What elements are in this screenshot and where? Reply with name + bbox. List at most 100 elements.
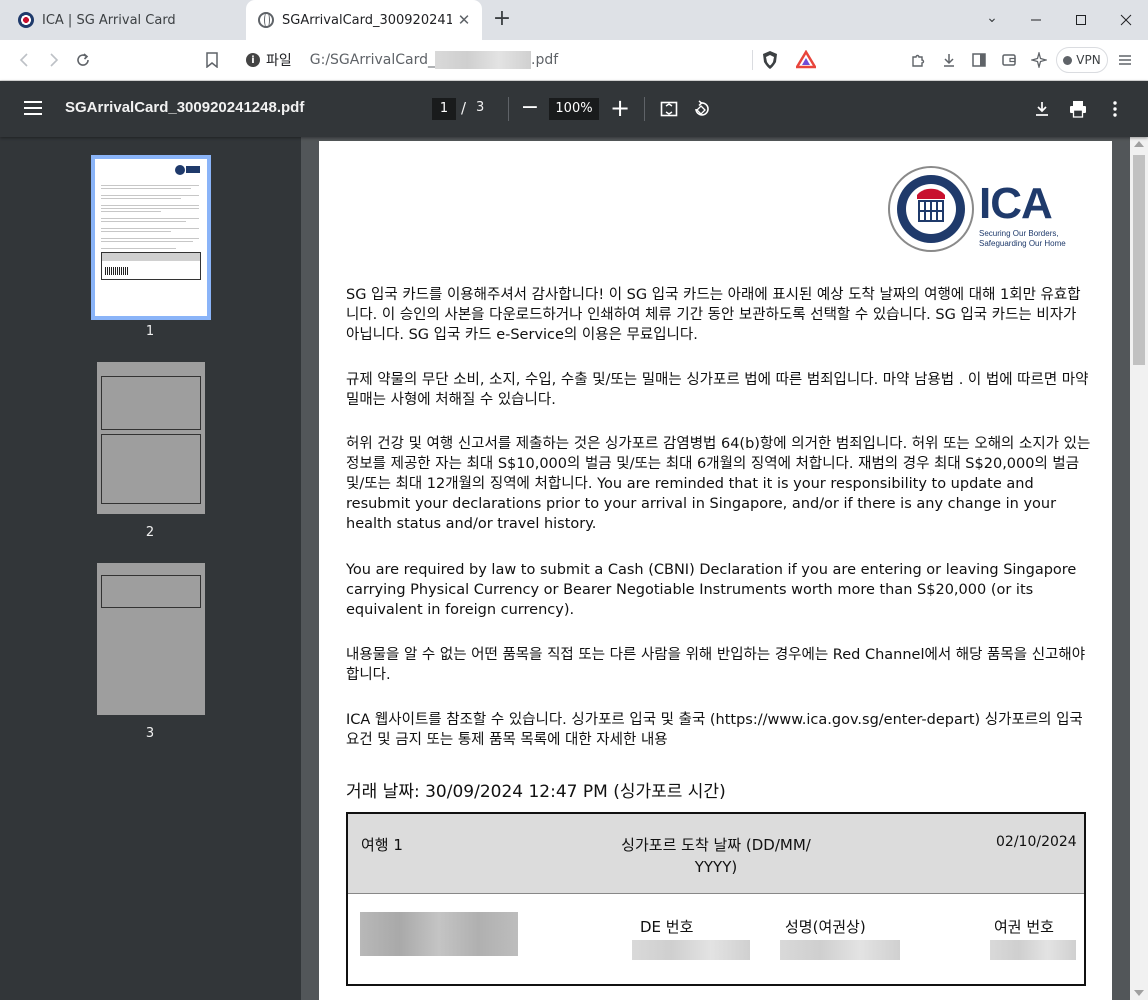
- thumbnail-line: [101, 248, 176, 249]
- thumbnail-line: [101, 185, 199, 186]
- url-scheme-label: 파일: [266, 50, 292, 70]
- logo-text: ICA: [979, 179, 1052, 229]
- tab-search-chevron-icon[interactable]: ⌄: [980, 10, 1004, 30]
- arrival-date-label: 싱가포르 도착 날짜 (DD/MM/ YYYY): [598, 834, 834, 878]
- thumbnail-line: [101, 188, 191, 189]
- forward-arrow-icon[interactable]: [42, 48, 66, 72]
- ica-favicon-icon: [18, 12, 34, 28]
- trip-label: 여행 1: [361, 834, 403, 855]
- url-text: G:/SGArrivalCard_ .pdf: [310, 51, 558, 69]
- scroll-down-arrow-icon[interactable]: [1134, 990, 1144, 996]
- thumbnail-line: [101, 208, 199, 209]
- logo-tagline-line: Safeguarding Our Home: [979, 239, 1066, 249]
- tab-pdf[interactable]: SGArrivalCard_300920241248.pdf ✕: [246, 0, 482, 40]
- divider: [644, 97, 645, 121]
- paragraph-red-channel: 내용물을 알 수 없는 어떤 품목을 직접 또는 다른 사람을 위해 반입하는 …: [346, 645, 1091, 685]
- redacted-name: [780, 940, 900, 960]
- thumbnail-logo-text: [186, 166, 200, 173]
- page-thumbnail-1[interactable]: [95, 159, 207, 316]
- tab-title: SGArrivalCard_300920241248.pdf: [282, 13, 452, 28]
- brave-shield-icon[interactable]: [760, 50, 780, 70]
- thumbnail-line: [101, 238, 199, 239]
- vpn-button[interactable]: VPN: [1056, 47, 1108, 73]
- paragraph-intro: SG 입국 카드를 이용해주셔서 감사합니다! 이 SG 입국 카드는 아래에 …: [346, 285, 1091, 345]
- new-tab-button[interactable]: +: [490, 9, 514, 31]
- thumbnail-line: [101, 211, 161, 212]
- redacted-url-segment: [435, 51, 531, 69]
- arrival-date-value: 02/10/2024: [996, 834, 1077, 850]
- print-icon[interactable]: [1066, 97, 1090, 121]
- fit-to-page-icon[interactable]: [657, 97, 681, 121]
- transaction-date: 거래 날짜: 30/09/2024 12:47 PM (싱가포르 시간): [346, 777, 726, 802]
- arrival-date-label-line: YYYY): [598, 856, 834, 878]
- sidebar-toggle-icon[interactable]: [967, 48, 991, 72]
- thumbnail-line: [101, 218, 199, 219]
- zoom-level-input[interactable]: 100%: [549, 98, 599, 120]
- hamburger-menu-icon[interactable]: [24, 101, 42, 115]
- rotate-icon[interactable]: [689, 97, 713, 121]
- pdf-page-1: ICA Securing Our Borders, Safeguarding O…: [319, 141, 1112, 1000]
- back-arrow-icon[interactable]: [12, 48, 36, 72]
- divider: [508, 97, 509, 121]
- scrollbar-thumb[interactable]: [1133, 155, 1145, 365]
- name-label: 성명(여권상): [785, 916, 866, 937]
- ica-logo: ICA Securing Our Borders, Safeguarding O…: [887, 165, 1067, 257]
- menu-icon[interactable]: [1113, 48, 1137, 72]
- thumbnail-table: [101, 575, 201, 608]
- close-tab-icon[interactable]: ✕: [456, 12, 472, 28]
- thumbnail-sidebar: 1 2 3: [0, 137, 301, 1000]
- paragraph-drugs: 규제 약물의 무단 소비, 소지, 수입, 수출 및/또는 밀매는 싱가포르 법…: [346, 370, 1091, 410]
- page-number-input[interactable]: 1: [432, 98, 456, 120]
- info-icon[interactable]: i: [246, 53, 260, 67]
- zoom-out-button[interactable]: −: [520, 95, 540, 121]
- url-prefix: G:/SGArrivalCard_: [310, 52, 435, 68]
- thumbnail-line: [101, 198, 181, 199]
- page-thumbnail-3[interactable]: [97, 563, 205, 715]
- vpn-label: VPN: [1076, 53, 1100, 67]
- address-bar[interactable]: i 파일 G:/SGArrivalCard_ .pdf: [236, 44, 836, 76]
- reload-icon[interactable]: [71, 48, 95, 72]
- thumbnail-line: [101, 228, 199, 229]
- logo-tagline-line: Securing Our Borders,: [979, 229, 1066, 239]
- total-pages: 3: [476, 100, 484, 115]
- arrival-date-label-line: 싱가포르 도착 날짜 (DD/MM/: [598, 834, 834, 856]
- trip-table: 여행 1 싱가포르 도착 날짜 (DD/MM/ YYYY) 02/10/2024…: [346, 812, 1086, 986]
- redacted-barcode: [360, 912, 518, 956]
- pdf-toolbar: SGArrivalCard_300920241248.pdf 1 / 3 − 1…: [0, 81, 1148, 137]
- download-pdf-icon[interactable]: [1030, 97, 1054, 121]
- wallet-icon[interactable]: [997, 48, 1021, 72]
- thumbnail-table: [101, 252, 201, 280]
- tab-strip: ICA | SG Arrival Card SGArrivalCard_3009…: [0, 0, 1148, 40]
- maximize-button[interactable]: [1058, 0, 1103, 40]
- close-window-button[interactable]: [1103, 0, 1148, 40]
- thumbnail-logo-icon: [175, 165, 185, 175]
- zoom-in-button[interactable]: +: [610, 94, 630, 122]
- tab-ica[interactable]: ICA | SG Arrival Card: [8, 0, 240, 40]
- page-thumbnail-2[interactable]: [97, 362, 205, 514]
- pdf-file-title: SGArrivalCard_300920241248.pdf: [65, 99, 304, 116]
- thumbnail-line: [101, 221, 186, 222]
- page-separator: /: [461, 99, 466, 117]
- minimize-button[interactable]: [1013, 0, 1058, 40]
- redacted-de-number: [632, 940, 750, 960]
- tab-title: ICA | SG Arrival Card: [42, 13, 212, 28]
- extensions-puzzle-icon[interactable]: [906, 48, 930, 72]
- thumbnail-line: [101, 241, 193, 242]
- brave-rewards-icon[interactable]: [796, 50, 816, 70]
- bookmark-icon[interactable]: [200, 48, 224, 72]
- thumbnail-label: 1: [0, 324, 300, 339]
- globe-icon: [258, 12, 274, 28]
- thumbnail-label: 2: [0, 525, 300, 540]
- thumbnail-line: [101, 205, 199, 206]
- scroll-up-arrow-icon[interactable]: [1134, 141, 1144, 147]
- download-icon[interactable]: [937, 48, 961, 72]
- leo-ai-icon[interactable]: [1027, 48, 1051, 72]
- passport-number-label: 여권 번호: [994, 916, 1054, 937]
- paragraph-ica-website: ICA 웹사이트를 참조할 수 있습니다. 싱가포르 입국 및 출국 (http…: [346, 710, 1091, 750]
- thumbnail-table: [101, 376, 201, 430]
- document-scrollbar[interactable]: [1130, 137, 1148, 1000]
- document-viewport[interactable]: ICA Securing Our Borders, Safeguarding O…: [301, 137, 1130, 1000]
- browser-toolbar: i 파일 G:/SGArrivalCard_ .pdf VPN: [0, 40, 1148, 81]
- paragraph-health-declaration: 허위 건강 및 여행 신고서를 제출하는 것은 싱가포르 감염병법 64(b)항…: [346, 434, 1091, 534]
- more-options-icon[interactable]: [1103, 97, 1127, 121]
